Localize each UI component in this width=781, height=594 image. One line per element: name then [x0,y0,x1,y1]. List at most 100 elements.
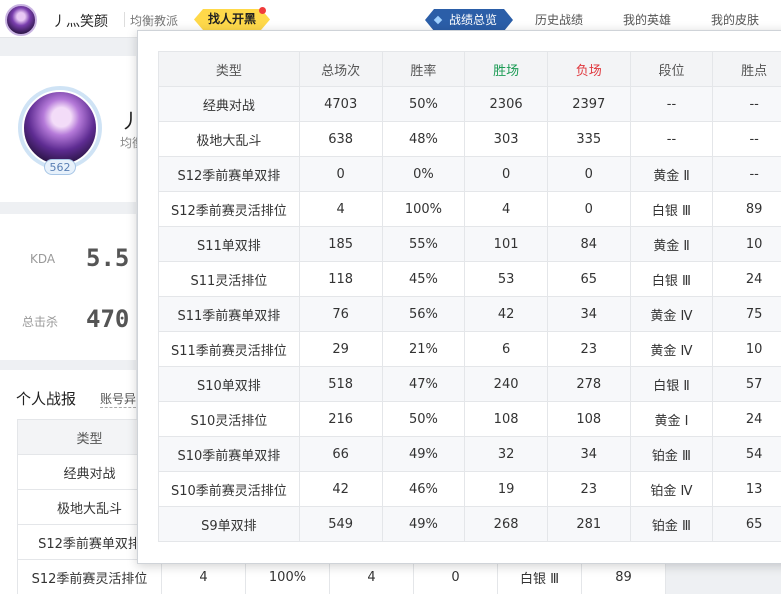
cell-points: 13 [712,471,781,507]
column-header-total: 总场次 [298,51,383,87]
cell-points: 57 [712,366,781,402]
column-header-type: 类型 [158,51,300,87]
cell-wins: 32 [464,436,548,472]
cell-wins: 53 [464,261,548,297]
cell-losses: 23 [546,331,631,367]
cell-losses: 335 [546,121,631,157]
column-header-wins: 胜场 [464,51,548,87]
table-header-row: 类型 总场次 胜率 胜场 负场 段位 胜点 [158,51,781,87]
cell-type: S12季前赛灵活排位 [158,191,300,227]
cell-rank: 铂金 Ⅳ [629,471,714,507]
cell-type: S11季前赛单双排 [158,296,300,332]
cell-winrate: 50% [381,401,466,437]
cell-winrate: 100% [381,191,466,227]
cell-rank: 黄金 Ⅱ [629,156,714,192]
cell-wins: 240 [464,366,548,402]
cell-type: S10单双排 [158,366,300,402]
cell-rank: -- [629,86,714,122]
cell-type: S11单双排 [158,226,300,262]
cell-rank: 铂金 Ⅲ [629,506,714,542]
cell-winrate: 46% [381,471,466,507]
cell-wins: 6 [464,331,548,367]
tab-heroes[interactable]: 我的英雄 [623,9,671,31]
cell-winrate: 49% [381,436,466,472]
cell-wins: 268 [464,506,548,542]
column-header-points: 胜点 [712,51,781,87]
cell-type: S11灵活排位 [158,261,300,297]
cell-rank: 黄金 Ⅳ [629,296,714,332]
cell-wins: 0 [464,156,548,192]
table-row: S11季前赛单双排 76 56% 42 34 黄金 Ⅳ 75 [158,296,781,332]
tab-overview[interactable]: 战绩总览 [425,9,513,31]
table-row: S12季前赛灵活排位 4 100% 4 0 白银 Ⅲ 89 [17,559,666,594]
cell-type: S11季前赛灵活排位 [158,331,300,367]
cell-wins: 2306 [464,86,548,122]
kills-value: 470 [86,305,130,333]
column-header-rank: 段位 [629,51,714,87]
table-cell: 4 [161,559,246,594]
cell-rank: 白银 Ⅲ [629,261,714,297]
cell-wins: 4 [464,191,548,227]
cell-wins: 19 [464,471,548,507]
table-cell: 白银 Ⅲ [497,559,582,594]
cell-rank: 铂金 Ⅲ [629,436,714,472]
cell-total: 76 [298,296,383,332]
profile-avatar-image [22,90,98,166]
tab-overview-label: 战绩总览 [449,13,498,27]
cell-points: 10 [712,331,781,367]
table-cell: 100% [245,559,330,594]
cell-wins: 303 [464,121,548,157]
cell-winrate: 45% [381,261,466,297]
cell-winrate: 21% [381,331,466,367]
kda-value: 5.5 [86,244,130,272]
cell-points: -- [712,156,781,192]
column-header-losses: 负场 [546,51,631,87]
cell-type: S10季前赛单双排 [158,436,300,472]
cell-winrate: 48% [381,121,466,157]
tab-history[interactable]: 历史战绩 [535,9,583,31]
username[interactable]: 丿灬笑颜 [52,11,108,31]
cell-wins: 101 [464,226,548,262]
cell-losses: 84 [546,226,631,262]
cell-points: 10 [712,226,781,262]
cell-losses: 0 [546,156,631,192]
cell-rank: 黄金 Ⅳ [629,331,714,367]
cell-total: 0 [298,156,383,192]
cell-rank: 黄金 Ⅱ [629,226,714,262]
cell-points: 24 [712,401,781,437]
notification-dot [259,7,266,14]
cell-points: 54 [712,436,781,472]
kills-label: 总击杀 [22,315,59,329]
table-row: S12季前赛单双排 0 0% 0 0 黄金 Ⅱ -- [158,156,781,192]
table-row: 经典对战 4703 50% 2306 2397 -- -- [158,86,781,122]
cell-points: 75 [712,296,781,332]
cell-total: 638 [298,121,383,157]
cell-losses: 34 [546,296,631,332]
cell-winrate: 0% [381,156,466,192]
cell-rank: 白银 Ⅲ [629,191,714,227]
cell-type: S9单双排 [158,506,300,542]
cell-winrate: 56% [381,296,466,332]
cell-type: 经典对战 [158,86,300,122]
cell-points: 24 [712,261,781,297]
cell-total: 42 [298,471,383,507]
cell-type: S12季前赛单双排 [158,156,300,192]
cell-points: 89 [712,191,781,227]
account-exception-link[interactable]: 账号异 [100,390,136,408]
level-badge: 562 [44,159,76,175]
cell-type: S10灵活排位 [158,401,300,437]
cell-losses: 278 [546,366,631,402]
kda-label: KDA [30,252,56,266]
table-row: S11单双排 185 55% 101 84 黄金 Ⅱ 10 [158,226,781,262]
cell-total: 29 [298,331,383,367]
table-cell: 0 [413,559,498,594]
profile-avatar [18,86,102,170]
user-avatar[interactable] [5,4,37,36]
cell-total: 518 [298,366,383,402]
cell-points: -- [712,86,781,122]
table-row: S10灵活排位 216 50% 108 108 黄金 Ⅰ 24 [158,401,781,437]
cell-rank: 白银 Ⅱ [629,366,714,402]
table-row: S10单双排 518 47% 240 278 白银 Ⅱ 57 [158,366,781,402]
tab-skins[interactable]: 我的皮肤 [711,9,759,31]
header-divider [124,12,125,27]
